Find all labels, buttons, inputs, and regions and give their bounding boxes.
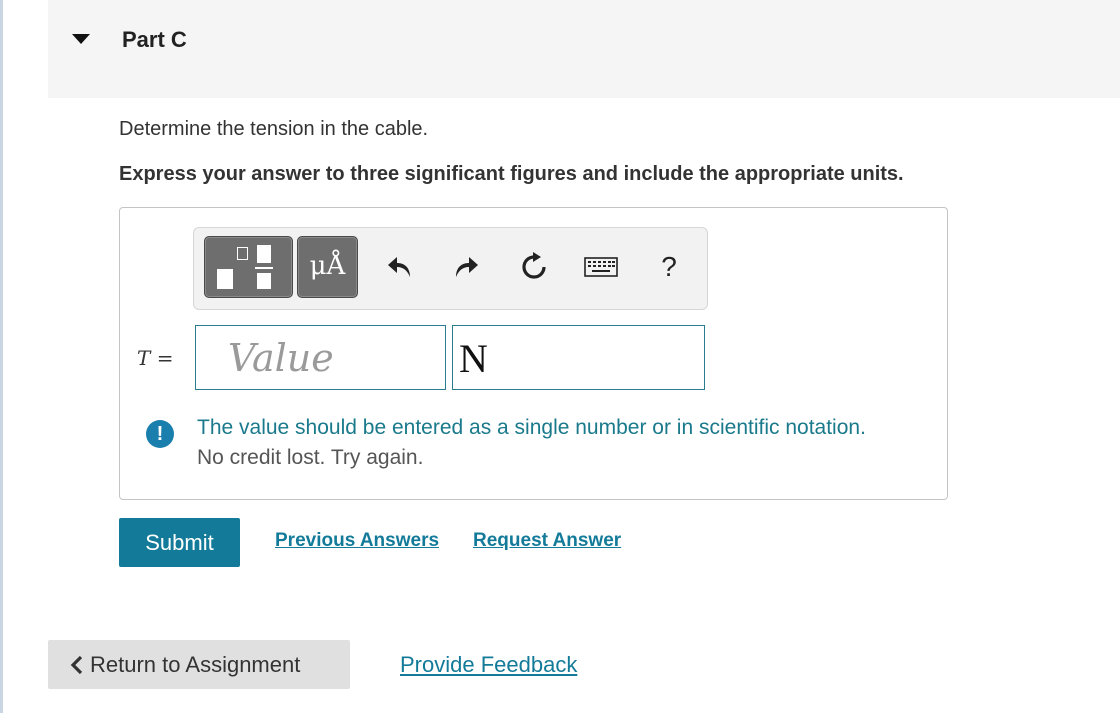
variable-label: T = (137, 346, 173, 370)
variable-symbol: T (137, 346, 151, 370)
undo-icon (388, 257, 410, 277)
instruction-text: Express your answer to three significant… (119, 163, 904, 185)
reset-icon (522, 252, 546, 279)
previous-answers-link[interactable]: Previous Answers (275, 530, 439, 552)
return-label: Return to Assignment (90, 651, 301, 677)
alert-icon: ! (146, 420, 174, 448)
feedback-message: The value should be entered as a single … (197, 416, 866, 439)
templates-icon (217, 245, 281, 289)
redo-button[interactable] (448, 247, 484, 287)
help-icon: ? (661, 251, 677, 282)
unit-value: N (459, 336, 488, 381)
part-header[interactable] (48, 0, 1120, 98)
question-text: Determine the tension in the cable. (119, 118, 429, 140)
request-answer-link[interactable]: Request Answer (473, 530, 621, 552)
chevron-left-icon (70, 655, 84, 675)
submit-button[interactable]: Submit (119, 518, 240, 567)
value-input[interactable] (195, 325, 446, 390)
part-title: Part C (122, 27, 187, 52)
feedback-note: No credit lost. Try again. (197, 446, 424, 469)
keyboard-button[interactable] (582, 247, 620, 287)
unit-input[interactable]: N (452, 325, 705, 390)
caret-down-icon[interactable] (72, 34, 90, 44)
equals-sign: = (156, 346, 174, 370)
redo-icon (456, 257, 478, 277)
units-button[interactable]: μÅ (297, 236, 358, 298)
provide-feedback-link[interactable]: Provide Feedback (400, 652, 577, 678)
page-left-border (0, 0, 3, 713)
units-icon: μÅ (309, 251, 346, 281)
return-to-assignment-button[interactable]: Return to Assignment (48, 640, 350, 689)
undo-button[interactable] (382, 247, 418, 287)
keyboard-icon (584, 257, 618, 277)
help-button[interactable]: ? (651, 247, 687, 287)
templates-button[interactable] (204, 236, 293, 298)
reset-button[interactable] (516, 247, 552, 287)
